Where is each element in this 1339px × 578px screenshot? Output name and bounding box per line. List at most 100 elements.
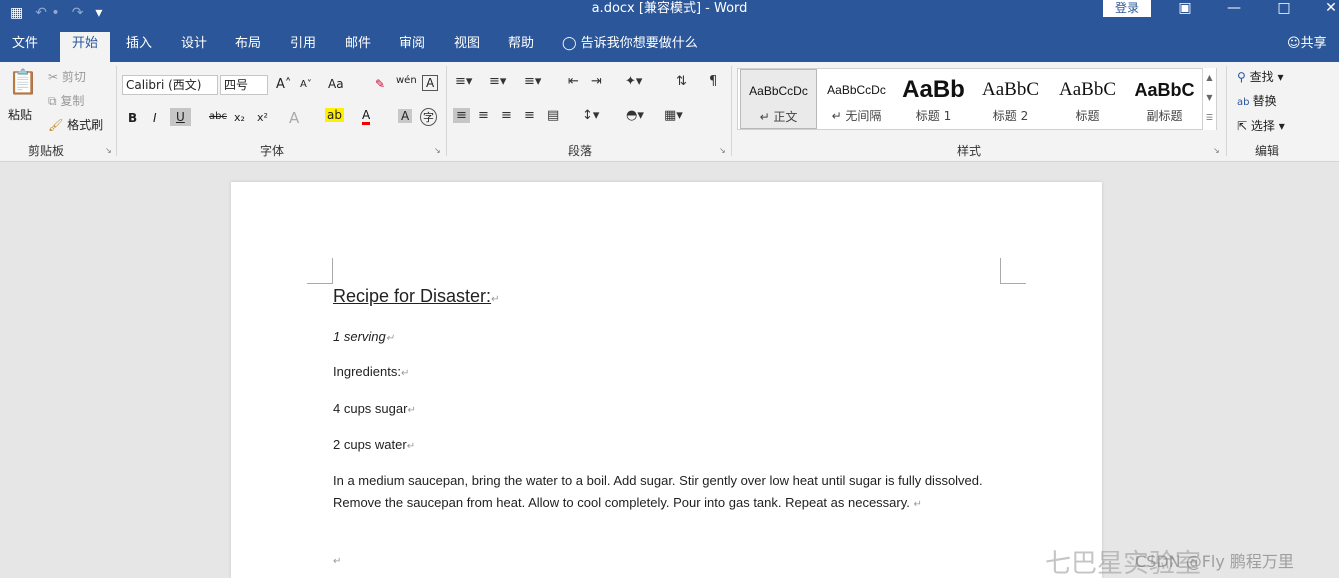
style-title[interactable]: AaBbC 标题 <box>1049 69 1126 129</box>
line-spacing-icon[interactable]: ↕▾ <box>582 108 599 123</box>
replace-button[interactable]: ab 替换 <box>1237 92 1277 109</box>
tab-home[interactable]: 开始 <box>60 32 111 62</box>
find-button[interactable]: ⚲ 查找 ▾ <box>1237 68 1283 85</box>
shading-icon[interactable]: ◓▾ <box>626 108 644 123</box>
clipboard-group-label: 剪贴板 <box>28 144 65 158</box>
tab-help[interactable]: 帮助 <box>508 32 534 62</box>
replace-icon: ab <box>1237 97 1253 108</box>
ribbon-display-options-icon[interactable]: ▣ <box>1173 0 1197 17</box>
multilevel-list-icon[interactable]: ≡▾ <box>524 74 541 89</box>
text-effects-button[interactable]: A <box>289 109 299 127</box>
instructions-paragraph[interactable]: In a medium saucepan, bring the water to… <box>333 470 998 516</box>
style-normal[interactable]: AaBbCcDc ↵ 正文 <box>740 69 817 129</box>
ribbon-tabs: 文件 开始 插入 设计 布局 引用 邮件 审阅 视图 帮助 ◯ 告诉我你想要做什… <box>0 26 1339 62</box>
share-button[interactable]: ☺共享 <box>1287 32 1327 56</box>
tab-insert[interactable]: 插入 <box>126 32 152 62</box>
ingredients-line[interactable]: Ingredients:↵ <box>333 364 409 379</box>
paragraph-mark: ↵ <box>333 556 342 567</box>
character-border-button[interactable]: A <box>422 75 439 91</box>
clipboard-launcher-icon[interactable]: ↘ <box>105 146 112 155</box>
tab-file[interactable]: 文件 <box>12 32 38 62</box>
font-name-select[interactable]: Calibri (西文) <box>122 75 218 95</box>
highlight-button[interactable]: ab <box>325 108 344 122</box>
align-center-icon[interactable]: ≡ <box>478 108 489 123</box>
tab-view[interactable]: 视图 <box>454 32 480 62</box>
clear-formatting-icon[interactable]: ✎ <box>375 77 385 91</box>
clipboard-icon: 📋 <box>8 68 38 96</box>
group-separator <box>446 66 447 156</box>
crop-mark <box>1000 258 1026 284</box>
styles-launcher-icon[interactable]: ↘ <box>1213 146 1220 155</box>
bold-button[interactable]: B <box>128 111 137 125</box>
document-page[interactable]: Recipe for Disaster:↵ 1 serving↵ Ingredi… <box>231 182 1102 578</box>
ingredient-item[interactable]: 2 cups water↵ <box>333 437 415 452</box>
close-icon[interactable]: ✕ <box>1319 0 1339 17</box>
cursor-icon: ⇱ <box>1237 119 1251 133</box>
tab-mailings[interactable]: 邮件 <box>345 32 371 62</box>
align-left-icon[interactable]: ≡ <box>453 108 470 123</box>
enclose-characters-button[interactable]: 字 <box>420 108 437 126</box>
tab-layout[interactable]: 布局 <box>235 32 261 62</box>
paragraph-launcher-icon[interactable]: ↘ <box>719 146 726 155</box>
asian-layout-icon[interactable]: ✦▾ <box>625 74 642 89</box>
maximize-icon[interactable]: □ <box>1272 0 1296 17</box>
tell-me-search[interactable]: ◯ 告诉我你想要做什么 <box>562 32 698 56</box>
phonetic-guide-button[interactable]: wén <box>396 75 417 86</box>
font-size-select[interactable]: 四号 <box>220 75 268 95</box>
grow-font-button[interactable]: A˄ <box>276 77 291 92</box>
group-separator <box>1226 66 1227 156</box>
borders-icon[interactable]: ▦▾ <box>664 108 683 123</box>
watermark-credit: CSDN @Fly 鹏程万里 <box>1135 552 1294 571</box>
cut-button[interactable]: ✂ 剪切 <box>48 68 86 85</box>
editing-group-label: 编辑 <box>1255 144 1280 158</box>
style-heading-2[interactable]: AaBbC 标题 2 <box>972 69 1049 129</box>
subscript-button[interactable]: x₂ <box>234 111 245 124</box>
person-icon: ☺ <box>1287 36 1301 51</box>
document-heading[interactable]: Recipe for Disaster:↵ <box>333 286 499 307</box>
decrease-indent-icon[interactable]: ⇤ <box>568 74 579 89</box>
ingredient-item[interactable]: 4 cups sugar↵ <box>333 401 416 416</box>
styles-gallery: AaBbCcDc ↵ 正文 AaBbCcDc ↵ 无间隔 AaBb 标题 1 A… <box>737 68 1217 130</box>
numbering-icon[interactable]: ≡▾ <box>489 74 506 89</box>
select-button[interactable]: ⇱ 选择 ▾ <box>1237 117 1285 134</box>
underline-button[interactable]: U <box>170 108 191 126</box>
shrink-font-button[interactable]: A˅ <box>300 79 312 90</box>
tab-design[interactable]: 设计 <box>181 32 207 62</box>
paragraph-group-label: 段落 <box>568 144 593 158</box>
change-case-button[interactable]: Aa <box>328 77 344 91</box>
bullets-icon[interactable]: ≡▾ <box>455 74 472 89</box>
styles-gallery-scroll[interactable]: ▲ ▼ ☰ <box>1202 68 1216 130</box>
style-subtitle[interactable]: AaBbC 副标题 <box>1126 69 1203 129</box>
font-color-button[interactable]: A <box>362 108 371 125</box>
brush-icon: 🖌 <box>48 118 68 132</box>
tab-review[interactable]: 审阅 <box>399 32 425 62</box>
copy-button[interactable]: ⧉ 复制 <box>48 92 84 109</box>
character-shading-button[interactable]: A <box>398 109 413 123</box>
show-marks-icon[interactable]: ¶ <box>709 74 717 89</box>
login-button[interactable]: 登录 <box>1103 0 1151 17</box>
style-heading-1[interactable]: AaBb 标题 1 <box>895 69 972 129</box>
chevron-up-icon[interactable]: ▲ <box>1203 68 1216 88</box>
search-icon: ⚲ <box>1237 70 1250 84</box>
distributed-icon[interactable]: ▤ <box>547 108 559 123</box>
gallery-more-icon[interactable]: ☰ <box>1203 108 1216 128</box>
italic-button[interactable]: I <box>153 111 157 125</box>
font-launcher-icon[interactable]: ↘ <box>434 146 441 155</box>
increase-indent-icon[interactable]: ⇥ <box>591 74 602 89</box>
strikethrough-button[interactable]: abc <box>209 111 227 122</box>
tab-references[interactable]: 引用 <box>290 32 316 62</box>
sort-icon[interactable]: ⇅ <box>676 74 687 89</box>
justify-icon[interactable]: ≡ <box>524 108 535 123</box>
paragraph-mark: ↵ <box>385 333 395 344</box>
minimize-icon[interactable]: — <box>1222 0 1246 17</box>
group-separator <box>731 66 732 156</box>
format-painter-button[interactable]: 🖌 格式刷 <box>48 116 103 133</box>
empty-paragraph[interactable]: ↵ <box>333 552 341 567</box>
superscript-button[interactable]: x² <box>257 111 268 124</box>
chevron-down-icon: ▾ <box>1273 70 1284 84</box>
serving-line[interactable]: 1 serving↵ <box>333 329 394 344</box>
title-bar: ▦ ↶ • ↷ ▾ a.docx [兼容模式] - Word 登录 ▣ — □ … <box>0 0 1339 26</box>
chevron-down-icon[interactable]: ▼ <box>1203 88 1216 108</box>
style-no-spacing[interactable]: AaBbCcDc ↵ 无间隔 <box>818 69 895 129</box>
align-right-icon[interactable]: ≡ <box>501 108 512 123</box>
